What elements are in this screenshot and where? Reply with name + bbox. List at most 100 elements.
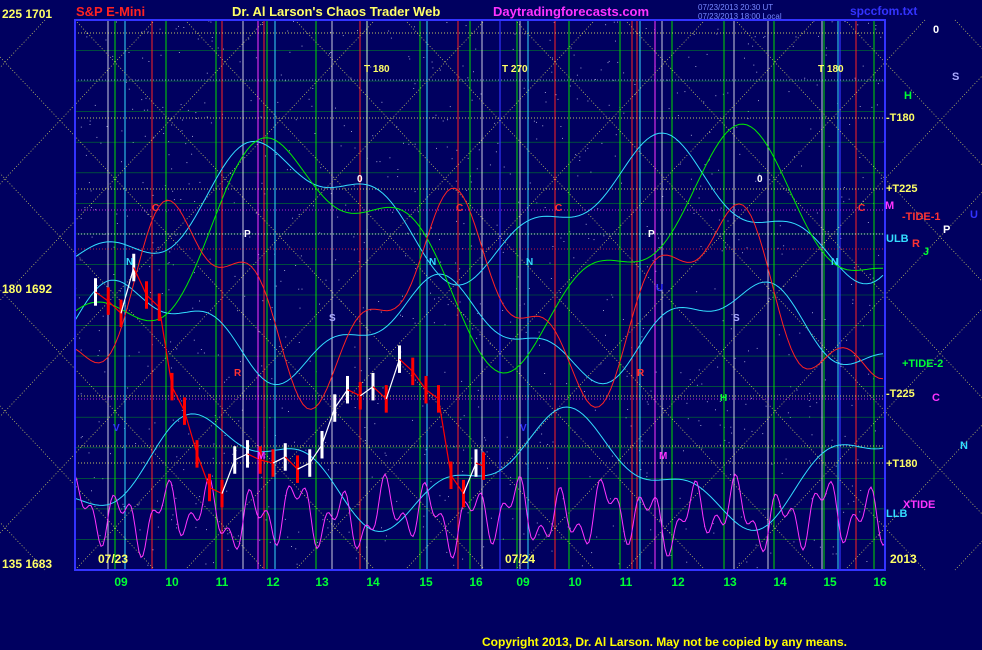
- star: [301, 288, 303, 290]
- star: [641, 336, 643, 338]
- star: [549, 39, 551, 41]
- star: [650, 529, 652, 531]
- star: [831, 21, 833, 23]
- star: [579, 156, 581, 158]
- star: [506, 436, 508, 438]
- star: [862, 65, 864, 67]
- star: [319, 303, 320, 305]
- star: [589, 476, 591, 478]
- star: [489, 343, 491, 345]
- star: [137, 504, 139, 506]
- star: [621, 182, 622, 184]
- star: [408, 143, 410, 145]
- star: [204, 102, 206, 104]
- star: [142, 461, 144, 463]
- star: [175, 497, 177, 499]
- star: [545, 101, 547, 103]
- star: [313, 205, 314, 207]
- star: [560, 126, 562, 127]
- star: [172, 419, 174, 421]
- star: [334, 523, 335, 525]
- star: [483, 546, 485, 548]
- star: [614, 155, 616, 157]
- star: [679, 497, 681, 499]
- star: [536, 522, 538, 524]
- star: [449, 106, 451, 108]
- star: [550, 278, 552, 279]
- star: [104, 371, 106, 373]
- star: [670, 554, 672, 556]
- star: [467, 77, 469, 79]
- star: [728, 442, 730, 444]
- star: [439, 239, 440, 241]
- timestamp-local: 07/23/2013 18:00 Local: [698, 12, 782, 21]
- star: [98, 421, 100, 423]
- star: [265, 155, 266, 157]
- star: [488, 247, 489, 249]
- star: [329, 53, 330, 55]
- star: [573, 257, 575, 259]
- star: [570, 47, 572, 49]
- planet-letter: C: [858, 203, 866, 214]
- star: [186, 162, 188, 164]
- star: [250, 100, 252, 102]
- star: [680, 372, 682, 374]
- star: [517, 276, 519, 278]
- star: [199, 300, 200, 302]
- star: [594, 409, 596, 411]
- star: [544, 373, 546, 374]
- star: [462, 470, 464, 472]
- star: [762, 433, 764, 435]
- star: [381, 101, 383, 103]
- star: [730, 426, 732, 428]
- star: [860, 490, 862, 491]
- star: [193, 339, 195, 341]
- right-legend-label: M: [885, 200, 895, 212]
- star: [623, 72, 625, 74]
- star: [317, 541, 318, 543]
- star: [199, 496, 201, 497]
- star: [812, 312, 813, 314]
- star: [809, 405, 811, 407]
- star: [157, 500, 158, 502]
- star: [446, 146, 448, 148]
- star: [122, 503, 124, 505]
- star: [581, 565, 583, 567]
- star: [698, 369, 700, 371]
- x-tick-label: 13: [723, 575, 737, 589]
- star: [703, 101, 705, 103]
- star: [566, 383, 568, 385]
- star: [255, 212, 257, 214]
- star: [381, 527, 382, 529]
- star: [159, 28, 161, 30]
- star: [79, 337, 81, 339]
- star: [384, 452, 386, 454]
- star: [853, 500, 855, 502]
- star: [187, 109, 189, 111]
- star: [110, 453, 111, 455]
- star: [596, 536, 598, 538]
- star: [721, 250, 723, 252]
- star: [378, 301, 380, 302]
- star: [587, 147, 589, 149]
- star: [769, 179, 771, 181]
- star: [296, 563, 298, 565]
- star: [848, 198, 850, 200]
- right-legend-label: C: [932, 392, 940, 404]
- star: [698, 420, 700, 422]
- star: [178, 420, 180, 422]
- star: [345, 204, 347, 206]
- star: [292, 217, 293, 219]
- star: [414, 322, 416, 324]
- star: [799, 332, 801, 334]
- star: [641, 440, 643, 442]
- star: [738, 239, 740, 241]
- star: [846, 339, 848, 341]
- star: [354, 366, 356, 368]
- star: [781, 472, 783, 474]
- star: [170, 118, 172, 120]
- right-legend-label: R: [912, 238, 920, 250]
- site-link[interactable]: Daytradingforecasts.com: [493, 4, 649, 19]
- star: [357, 30, 358, 32]
- star: [152, 194, 154, 196]
